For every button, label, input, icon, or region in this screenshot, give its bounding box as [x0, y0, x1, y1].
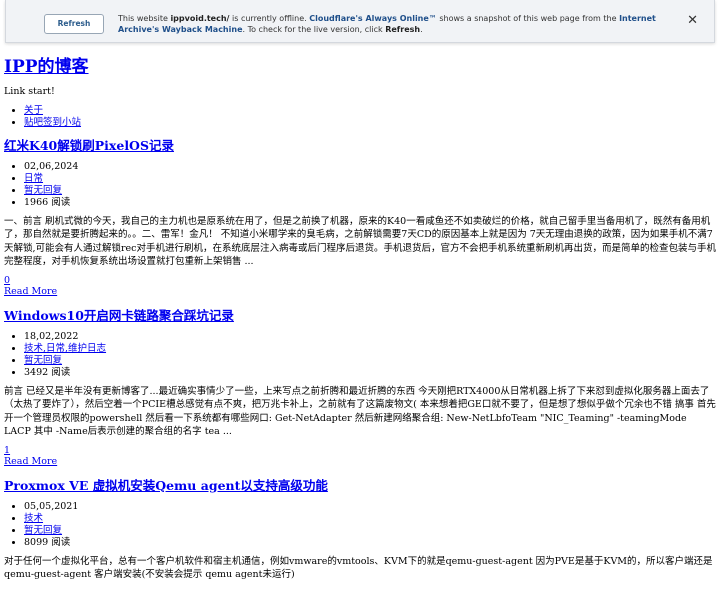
post-category-link[interactable]: 日常: [24, 173, 43, 184]
post-title-link[interactable]: 红米K40解锁刷PixelOS记录: [4, 138, 174, 153]
post-links: 1 Read More: [4, 445, 716, 467]
post-comments-link[interactable]: 暂无回复: [24, 525, 62, 536]
cloudflare-link[interactable]: Cloudflare's Always Online™: [309, 14, 437, 23]
read-more-link[interactable]: Read More: [4, 286, 57, 297]
offline-banner: Refresh This website ippvoid.tech/ is cu…: [5, 0, 715, 43]
post: Windows10开启网卡链路聚合踩坑记录 18,02,2022 技术,日常,维…: [4, 307, 716, 467]
post-category: 技术: [24, 513, 716, 525]
post-date: 18,02,2022: [24, 331, 716, 343]
post-meta: 05,05,2021 技术 暂无回复 8099 阅读: [4, 501, 716, 549]
nav-link-tieba[interactable]: 贴吧签到小站: [24, 117, 81, 128]
post-comments: 暂无回复: [24, 525, 716, 537]
post-meta: 02,06,2024 日常 暂无回复 1966 阅读: [4, 161, 716, 209]
nav-item-tieba: 贴吧签到小站: [24, 117, 716, 129]
post: Proxmox VE 虚拟机安装Qemu agent以支持高级功能 05,05,…: [4, 477, 716, 582]
post-category-link[interactable]: 技术,日常,维护日志: [24, 343, 106, 354]
post-title: 红米K40解锁刷PixelOS记录: [4, 137, 716, 155]
post-reads: 8099 阅读: [24, 537, 716, 549]
nav-item-about: 关于: [24, 105, 716, 117]
refresh-button[interactable]: Refresh: [44, 14, 104, 34]
post-reads: 1966 阅读: [24, 197, 716, 209]
site-tagline: Link start!: [4, 86, 55, 97]
post-category: 技术,日常,维护日志: [24, 343, 716, 355]
post-reads: 3492 阅读: [24, 367, 716, 379]
offline-message: This website ippvoid.tech/ is currently …: [118, 14, 656, 34]
close-icon[interactable]: ✕: [687, 12, 698, 30]
post-links: 0 Read More: [4, 275, 716, 297]
post-title: Proxmox VE 虚拟机安装Qemu agent以支持高级功能: [4, 477, 716, 495]
nav-link-about[interactable]: 关于: [24, 105, 43, 116]
post-title-link[interactable]: Proxmox VE 虚拟机安装Qemu agent以支持高级功能: [4, 478, 328, 493]
offline-site: ippvoid.tech/: [170, 14, 230, 23]
post-title: Windows10开启网卡链路聚合踩坑记录: [4, 307, 716, 325]
post-meta: 18,02,2022 技术,日常,维护日志 暂无回复 3492 阅读: [4, 331, 716, 379]
post-excerpt: 一、前言 刷机式微的今天，我自己的主力机也是原系统在用了，但是之前换了机器，原来…: [4, 215, 717, 268]
post-comments: 暂无回复: [24, 355, 716, 367]
post-comments-link[interactable]: 暂无回复: [24, 355, 62, 366]
post-comment-count[interactable]: 0: [4, 275, 10, 286]
post-comment-count[interactable]: 1: [4, 445, 10, 456]
page-content: IPP的博客 Link start! 关于 贴吧签到小站 红米K40解锁刷Pix…: [4, 54, 716, 592]
post-comments: 暂无回复: [24, 185, 716, 197]
post-excerpt: 前言 已经又是半年没有更新博客了...最近确实事情少了一些，上来写点之前折腾和最…: [4, 385, 716, 438]
post-date: 02,06,2024: [24, 161, 716, 173]
post-category: 日常: [24, 173, 716, 185]
post: 红米K40解锁刷PixelOS记录 02,06,2024 日常 暂无回复 196…: [4, 137, 716, 297]
post-excerpt: 对于任何一个虚拟化平台，总有一个客户机软件和宿主机通信，例如vmware的vmt…: [4, 555, 713, 581]
post-date: 05,05,2021: [24, 501, 716, 513]
post-comments-link[interactable]: 暂无回复: [24, 185, 62, 196]
site-nav: 关于 贴吧签到小站: [4, 105, 716, 129]
site-title-link[interactable]: IPP的博客: [4, 57, 89, 77]
read-more-link[interactable]: Read More: [4, 456, 57, 467]
site-title: IPP的博客: [4, 54, 716, 80]
post-category-link[interactable]: 技术: [24, 513, 43, 524]
post-title-link[interactable]: Windows10开启网卡链路聚合踩坑记录: [4, 308, 234, 323]
